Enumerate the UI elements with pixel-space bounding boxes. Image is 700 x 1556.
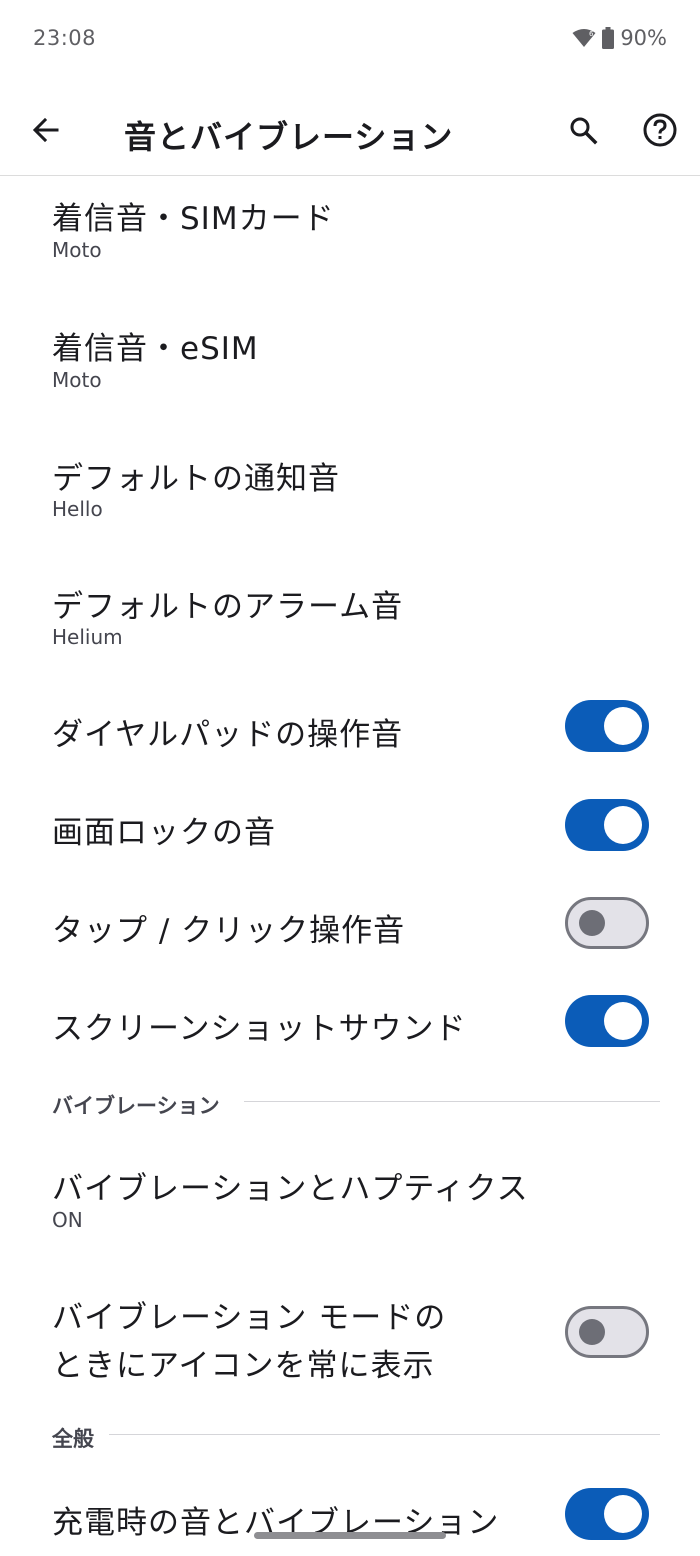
navigation-handle[interactable] (254, 1532, 446, 1539)
charging-sounds-item[interactable]: 充電時の音とバイブレーション (0, 1477, 700, 1556)
pref-title: デフォルトのアラーム音 (52, 589, 404, 625)
pref-title: ダイヤルパッドの操作音 (52, 717, 404, 753)
back-button[interactable] (24, 110, 68, 154)
touch-sounds-item[interactable]: タップ / クリック操作音 (0, 877, 700, 975)
battery-percentage: 90% (620, 26, 667, 50)
pref-summary: Helium (52, 625, 123, 649)
page-title: 音とバイブレーション (124, 118, 454, 156)
search-button[interactable] (561, 110, 605, 154)
vibration-haptics-item[interactable]: バイブレーションとハプティクス ON (0, 1133, 700, 1249)
dialpad-tones-switch[interactable] (565, 700, 649, 752)
switch-knob (579, 1319, 605, 1345)
screen-lock-sound-switch[interactable] (565, 799, 649, 851)
wifi-icon: 6 (572, 28, 596, 48)
switch-knob (604, 707, 642, 745)
pref-title-line1: バイブレーション モードの (52, 1300, 447, 1336)
charging-sounds-switch[interactable] (565, 1488, 649, 1540)
default-notification-sound-item[interactable]: デフォルトの通知音 Hello (0, 423, 700, 551)
ringtone-sim-item[interactable]: 着信音・SIMカード Moto (0, 177, 700, 293)
app-bar: 音とバイブレーション (0, 88, 700, 176)
dialpad-tones-item[interactable]: ダイヤルパッドの操作音 (0, 681, 700, 779)
section-divider (109, 1434, 660, 1435)
status-time: 23:08 (33, 26, 97, 50)
pref-title: タップ / クリック操作音 (52, 913, 406, 949)
svg-text:6: 6 (589, 30, 594, 38)
settings-list: 着信音・SIMカード Moto 着信音・eSIM Moto デフォルトの通知音 … (0, 177, 700, 1556)
section-header-vibration: バイブレーション (52, 1094, 220, 1118)
help-icon (642, 112, 678, 152)
pref-title-line2: ときにアイコンを常に表示 (52, 1348, 435, 1384)
pref-summary: Hello (52, 497, 103, 521)
section-divider (244, 1101, 660, 1102)
status-icons: 6 90% (572, 26, 667, 50)
ringtone-esim-item[interactable]: 着信音・eSIM Moto (0, 293, 700, 423)
pref-summary: Moto (52, 368, 102, 392)
always-show-vibrate-icon-switch[interactable] (565, 1306, 649, 1358)
always-show-vibrate-icon-item[interactable]: バイブレーション モードの ときにアイコンを常に表示 (0, 1277, 700, 1397)
screenshot-sound-item[interactable]: スクリーンショットサウンド (0, 975, 700, 1073)
touch-sounds-switch[interactable] (565, 897, 649, 949)
search-icon (568, 115, 598, 149)
pref-title: スクリーンショットサウンド (52, 1011, 467, 1047)
battery-icon (602, 27, 615, 49)
switch-knob (579, 910, 605, 936)
pref-title: 着信音・eSIM (52, 331, 259, 367)
default-alarm-sound-item[interactable]: デフォルトのアラーム音 Helium (0, 551, 700, 681)
help-button[interactable] (638, 110, 682, 154)
section-header-general: 全般 (52, 1427, 94, 1451)
switch-knob (604, 1002, 642, 1040)
screenshot-sound-switch[interactable] (565, 995, 649, 1047)
pref-summary: ON (52, 1208, 83, 1232)
switch-knob (604, 806, 642, 844)
pref-title: 着信音・SIMカード (52, 201, 335, 237)
screen-lock-sound-item[interactable]: 画面ロックの音 (0, 779, 700, 877)
switch-knob (604, 1495, 642, 1533)
pref-title: デフォルトの通知音 (52, 461, 340, 497)
status-bar: 23:08 6 90% (0, 0, 700, 80)
pref-summary: Moto (52, 238, 102, 262)
pref-title: バイブレーションとハプティクス (52, 1171, 529, 1207)
back-arrow-icon (31, 115, 61, 149)
pref-title: 画面ロックの音 (52, 815, 276, 851)
